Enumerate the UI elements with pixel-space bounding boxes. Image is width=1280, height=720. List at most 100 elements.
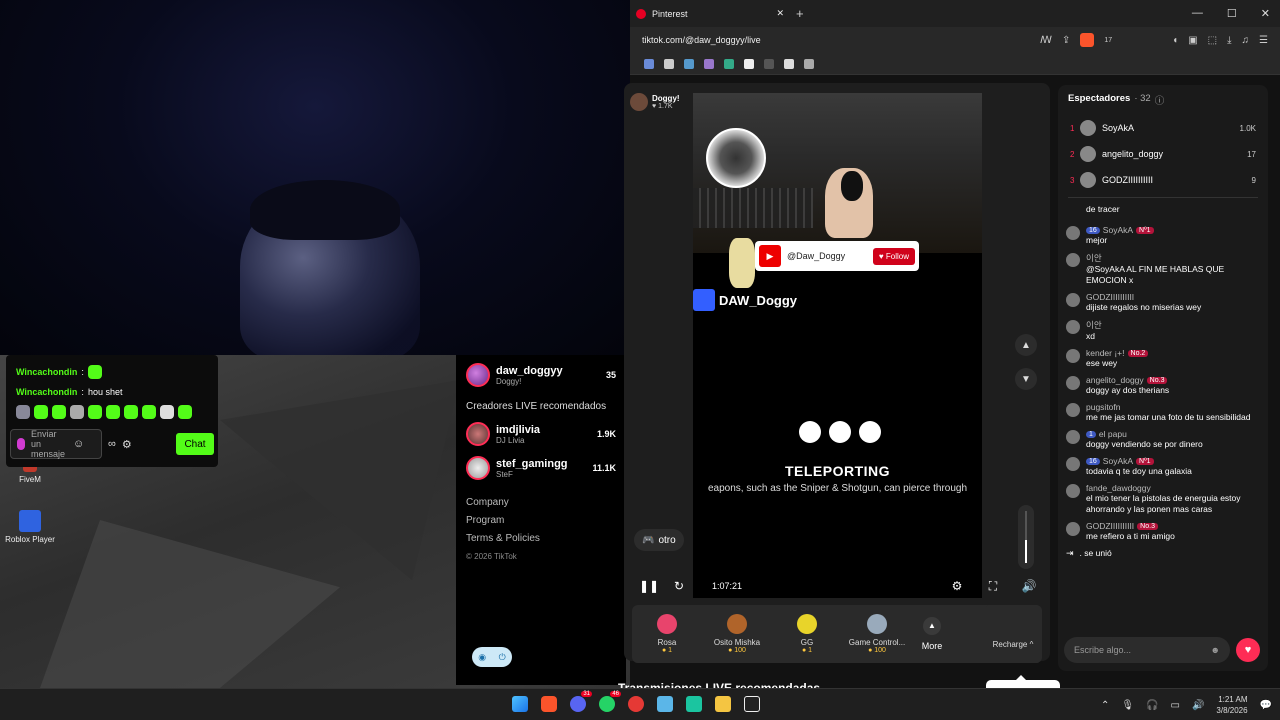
- message-user[interactable]: 이안: [1086, 319, 1102, 331]
- refresh-icon[interactable]: ↻: [664, 579, 694, 593]
- chevron-up-icon[interactable]: ▲: [1015, 334, 1037, 356]
- maximize-button[interactable]: ☐: [1227, 7, 1237, 20]
- notifications-icon[interactable]: 💬: [1260, 700, 1272, 711]
- taskbar-explorer[interactable]: [713, 693, 733, 715]
- message-user[interactable]: GODZIIIIIIIIII: [1086, 521, 1134, 531]
- extension-toggle[interactable]: ◉ ⏻: [472, 647, 512, 667]
- commands-icon[interactable]: ∞: [108, 438, 116, 450]
- close-window-button[interactable]: ✕: [1261, 7, 1270, 20]
- close-icon[interactable]: ✕: [776, 8, 784, 19]
- download-icon[interactable]: ⤓: [1227, 35, 1231, 46]
- audio-icon[interactable]: ◖: [1172, 35, 1178, 46]
- message-user[interactable]: kender ¡+!: [1086, 348, 1125, 358]
- link-terms[interactable]: Terms & Policies: [466, 530, 616, 548]
- message-user[interactable]: fande_dawdoggy: [1086, 483, 1151, 493]
- recharge-button[interactable]: Recharge ^: [984, 605, 1042, 663]
- headset-icon[interactable]: 🎧: [1146, 700, 1158, 711]
- host-badge[interactable]: Doggy! ♥ 1.7K: [630, 93, 680, 111]
- taskbar-whatsapp[interactable]: 46: [597, 691, 621, 715]
- clock[interactable]: 1:21 AM 3/8/2026: [1216, 694, 1247, 716]
- volume-icon[interactable]: 🔊: [1014, 579, 1044, 594]
- wallet-icon[interactable]: ▣: [1188, 35, 1197, 46]
- link-program[interactable]: Program: [466, 512, 616, 530]
- emote-icon: [34, 405, 48, 419]
- bookmark-icon[interactable]: [664, 58, 674, 69]
- desktop-icon-roblox[interactable]: Roblox Player: [0, 510, 65, 544]
- no-translate-icon[interactable]: ꟿ: [1040, 35, 1052, 46]
- chat-send-button[interactable]: Chat: [176, 433, 214, 455]
- gift-item[interactable]: Osito Mishka ● 100: [702, 614, 772, 654]
- share-icon[interactable]: ⇪: [1062, 35, 1070, 46]
- menu-icon[interactable]: ☰: [1259, 35, 1268, 46]
- top-viewer-row[interactable]: 1 SoyAkA 1.0K: [1058, 115, 1268, 141]
- chat-compose-input[interactable]: Escribe algo... ☻: [1064, 637, 1230, 663]
- emoji-icon[interactable]: ☺: [73, 438, 84, 450]
- info-icon[interactable]: ⓘ: [1155, 93, 1165, 107]
- message-user[interactable]: angelito_doggy: [1086, 375, 1144, 385]
- message-user[interactable]: el papu: [1099, 429, 1127, 439]
- emote-icon: [142, 405, 156, 419]
- mic-icon[interactable]: 🎙: [1121, 700, 1134, 711]
- message-user[interactable]: 이안: [1086, 252, 1102, 264]
- taskbar-app[interactable]: [742, 693, 762, 715]
- mic-icon[interactable]: [17, 438, 25, 450]
- minimize-button[interactable]: —: [1192, 7, 1203, 20]
- volume-slider[interactable]: [1018, 505, 1034, 569]
- gear-icon[interactable]: ⚙: [122, 438, 132, 451]
- mascot-visual: [729, 238, 755, 288]
- music-icon[interactable]: ♫: [1242, 35, 1250, 46]
- bookmark-icon[interactable]: [804, 58, 814, 69]
- chat-input[interactable]: Enviar un mensaje ☺: [10, 429, 102, 459]
- fullscreen-icon[interactable]: ⛶: [978, 579, 1008, 594]
- bookmark-icon[interactable]: [724, 58, 734, 69]
- pinterest-icon: [636, 8, 646, 19]
- top-viewer-row[interactable]: 3 GODZIIIIIIIIII 9: [1058, 167, 1268, 193]
- browser-tab[interactable]: Pinterest ✕: [630, 0, 790, 27]
- message-header: GODZIIIIIIIIII No.3: [1086, 521, 1175, 531]
- recommended-creator[interactable]: imdjlivia DJ Livia 1.9K: [466, 422, 616, 446]
- chat-message: pugsitofn me me jas tomar una foto de tu …: [1066, 402, 1260, 423]
- windows-icon: [512, 696, 528, 712]
- bookmark-icon[interactable]: [644, 58, 654, 69]
- live-video[interactable]: ▶ @Daw_Doggy ♥ Follow DAW_Doggy TELEPORT…: [693, 93, 982, 598]
- bookmark-icon[interactable]: [704, 58, 714, 69]
- message-user[interactable]: SoyAkA: [1103, 225, 1133, 235]
- more-gifts-button[interactable]: ▲ More: [912, 617, 952, 651]
- taskbar-media[interactable]: [626, 693, 646, 715]
- message-user[interactable]: pugsitofn: [1086, 402, 1121, 412]
- pause-icon[interactable]: ❚❚: [634, 579, 664, 593]
- top-viewer-row[interactable]: 2 angelito_doggy 17: [1058, 141, 1268, 167]
- window-controls: — ☐ ✕: [1192, 7, 1280, 20]
- viewer-count: 1.9K: [596, 429, 616, 439]
- url-field[interactable]: tiktok.com/@daw_doggyy/live: [642, 35, 1030, 45]
- message-user[interactable]: GODZIIIIIIIIII: [1086, 292, 1134, 302]
- recommended-creator[interactable]: stef_gamingg SteF 11.1K: [466, 456, 616, 480]
- taskbar-app[interactable]: [684, 693, 704, 715]
- taskbar-notepad[interactable]: [655, 693, 675, 715]
- new-tab-button[interactable]: +: [790, 6, 810, 21]
- taskbar-brave[interactable]: [539, 693, 559, 715]
- bookmark-icon[interactable]: [744, 58, 754, 69]
- network-icon[interactable]: ▭: [1171, 700, 1180, 711]
- gift-item[interactable]: Game Control... ● 100: [842, 614, 912, 654]
- emoji-icon[interactable]: ☻: [1211, 645, 1220, 655]
- bookmark-icon[interactable]: [684, 58, 694, 69]
- chat-message: 이안 xd: [1066, 319, 1260, 342]
- category-chip[interactable]: 🎮 otro: [634, 529, 684, 551]
- extensions-icon[interactable]: ⬚: [1208, 35, 1217, 46]
- link-company[interactable]: Company: [466, 494, 616, 512]
- gift-item[interactable]: Rosa ● 1: [632, 614, 702, 654]
- gift-item[interactable]: GG ● 1: [772, 614, 842, 654]
- brave-shields-icon[interactable]: [1080, 33, 1095, 47]
- bookmark-icon[interactable]: [784, 58, 794, 69]
- bookmark-icon[interactable]: [764, 58, 774, 69]
- current-live-user[interactable]: daw_doggyy Doggy! 35: [466, 363, 616, 387]
- settings-icon[interactable]: ⚙: [942, 579, 972, 594]
- start-button[interactable]: [510, 693, 530, 715]
- speaker-icon[interactable]: 🔊: [1192, 700, 1204, 711]
- heart-button[interactable]: ♥: [1236, 638, 1260, 662]
- message-user[interactable]: SoyAkA: [1103, 456, 1133, 466]
- chevron-up-icon[interactable]: ⌃: [1101, 700, 1109, 711]
- taskbar-discord[interactable]: 31: [568, 691, 592, 715]
- chevron-down-icon[interactable]: ▼: [1015, 368, 1037, 390]
